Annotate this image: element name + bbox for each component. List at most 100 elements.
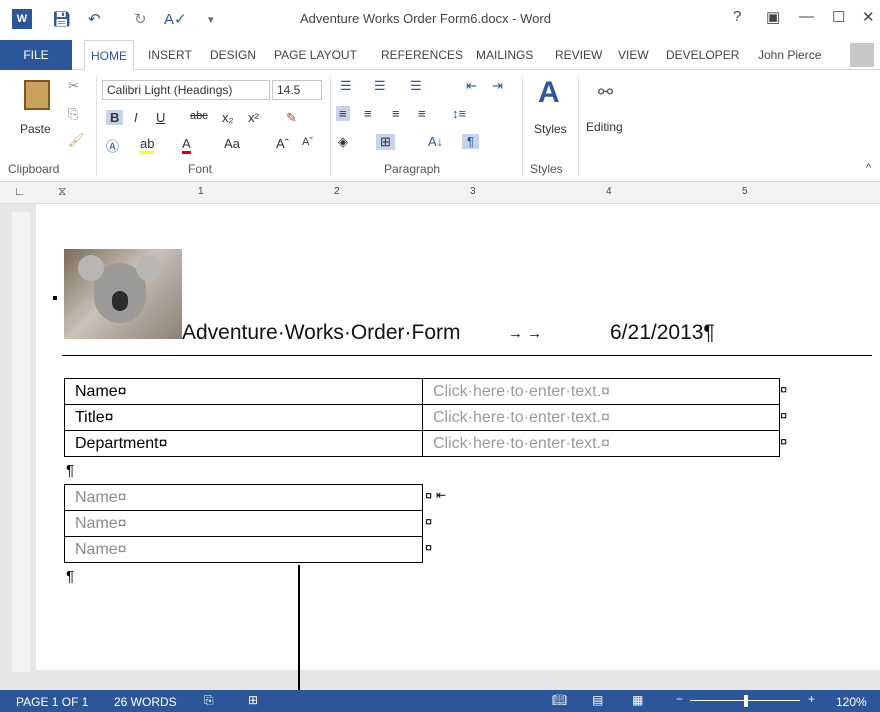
text-effects-icon[interactable]: Ⓐ: [106, 136, 119, 155]
collapse-ribbon-icon[interactable]: ^: [866, 162, 871, 174]
table-row: Department¤ Click·here·to·enter·text.¤: [64, 430, 780, 457]
shading-icon[interactable]: ◈: [338, 134, 348, 150]
undo-icon[interactable]: ↶: [88, 10, 101, 28]
superscript-button[interactable]: x²: [248, 110, 259, 125]
read-mode-icon[interactable]: 📖︎: [552, 693, 567, 707]
bold-button[interactable]: B: [106, 110, 124, 125]
clear-formatting-icon[interactable]: ✎: [286, 110, 297, 126]
minimize-button[interactable]: —: [799, 8, 814, 25]
tab-references[interactable]: REFERENCES: [381, 48, 463, 62]
format-painter-icon[interactable]: 🖌︎: [68, 132, 85, 148]
macro-record-icon[interactable]: ⊞: [248, 693, 258, 707]
tab-file[interactable]: FILE: [0, 40, 72, 70]
line-spacing-icon[interactable]: ↕≡: [452, 106, 466, 121]
font-size-dropdown[interactable]: 14.5: [272, 80, 322, 100]
tab-design[interactable]: DESIGN: [210, 48, 256, 62]
cut-icon[interactable]: ✂: [68, 78, 79, 94]
row-end-marker: ¤: [425, 540, 433, 555]
highlight-icon[interactable]: ab: [140, 136, 155, 154]
maximize-button[interactable]: ☐: [832, 8, 845, 26]
editing-button[interactable]: Editing: [586, 120, 623, 134]
tab-mailings[interactable]: MAILINGS: [476, 48, 533, 62]
font-name-dropdown[interactable]: Calibri Light (Headings): [102, 80, 270, 100]
tab-insert[interactable]: INSERT: [148, 48, 192, 62]
group-label-paragraph: Paragraph: [384, 162, 441, 176]
strikethrough-button[interactable]: abc: [190, 110, 208, 122]
indent-marker-icon[interactable]: ⧖: [58, 184, 66, 199]
field-label: Title¤: [64, 404, 423, 431]
table-row: Name¤ Click·here·to·enter·text.¤: [64, 378, 780, 405]
underline-button[interactable]: U: [156, 110, 165, 125]
spelling-icon[interactable]: A✓: [164, 10, 187, 28]
align-left-icon[interactable]: ≡: [336, 106, 350, 121]
tab-selector-icon[interactable]: ∟: [14, 186, 25, 198]
italic-button[interactable]: I: [134, 110, 138, 125]
change-case-icon[interactable]: Aa: [224, 136, 240, 151]
field-label: Department¤: [64, 430, 423, 457]
styles-button[interactable]: Styles: [534, 122, 567, 136]
print-layout-icon[interactable]: ▤: [592, 693, 603, 707]
align-center-icon[interactable]: ≡: [364, 106, 372, 121]
word-app-icon[interactable]: W: [12, 9, 32, 29]
content-control-placeholder[interactable]: Click·here·to·enter·text.¤: [422, 430, 780, 457]
qat-customize-icon[interactable]: ▾: [208, 13, 214, 26]
tab-view[interactable]: VIEW: [618, 48, 649, 62]
page-count[interactable]: PAGE 1 OF 1: [16, 695, 88, 709]
row-end-marker: ¤: [425, 488, 433, 503]
content-control-placeholder[interactable]: Click·here·to·enter·text.¤: [422, 378, 780, 405]
styles-icon[interactable]: A: [538, 76, 560, 110]
sort-icon[interactable]: A↓: [428, 134, 443, 149]
web-layout-icon[interactable]: ▦: [632, 693, 643, 707]
content-control-placeholder[interactable]: Click·here·to·enter·text.¤: [422, 404, 780, 431]
align-right-icon[interactable]: ≡: [392, 106, 400, 121]
table-row: Name¤: [64, 510, 423, 537]
justify-icon[interactable]: ≡: [418, 106, 426, 121]
copy-icon[interactable]: ⎘: [68, 106, 78, 122]
ribbon-display-button[interactable]: ▣: [766, 8, 780, 26]
shrink-font-icon[interactable]: Aˇ: [302, 136, 313, 148]
find-binoculars-icon[interactable]: ⚯: [598, 82, 613, 103]
grow-font-icon[interactable]: Aˆ: [276, 136, 289, 151]
status-bar: PAGE 1 OF 1 26 WORDS ⎘ ⊞ 📖︎ ▤ ▦ − + 120%: [0, 690, 880, 712]
numbering-icon[interactable]: ☰: [374, 78, 386, 94]
zoom-level[interactable]: 120%: [836, 695, 867, 709]
redo-icon[interactable]: ↻: [134, 10, 147, 28]
borders-icon[interactable]: ⊞: [376, 134, 395, 150]
tab-home[interactable]: HOME: [84, 40, 134, 71]
user-name[interactable]: John Pierce: [758, 48, 821, 62]
group-separator: [578, 76, 579, 176]
document-page[interactable]: Adventure·Works·Order·Form → → 6/21/2013…: [36, 204, 880, 670]
tab-review[interactable]: REVIEW: [555, 48, 602, 62]
help-button[interactable]: ?: [733, 8, 741, 25]
heading-tab-marks: → →: [508, 325, 543, 342]
paste-button[interactable]: Paste: [20, 122, 51, 136]
zoom-in-icon[interactable]: +: [808, 692, 815, 706]
zoom-slider-thumb[interactable]: [744, 695, 748, 707]
name-cell[interactable]: Name¤: [64, 510, 423, 537]
name-cell[interactable]: Name¤: [64, 484, 423, 511]
name-cell[interactable]: Name¤: [64, 536, 423, 563]
koala-ear-shape: [78, 255, 104, 281]
repeating-section-icon[interactable]: ⇤: [436, 488, 446, 502]
decrease-indent-icon[interactable]: ⇤: [466, 78, 477, 94]
user-avatar[interactable]: [850, 43, 874, 67]
tab-page-layout[interactable]: PAGE LAYOUT: [274, 48, 357, 62]
multilevel-list-icon[interactable]: ☰: [410, 78, 422, 94]
word-count[interactable]: 26 WORDS: [114, 695, 177, 709]
show-hide-marks-icon[interactable]: ¶: [462, 134, 479, 149]
tab-developer[interactable]: DEVELOPER: [666, 48, 739, 62]
subscript-button[interactable]: x₂: [222, 110, 234, 125]
koala-photo[interactable]: [64, 249, 182, 339]
save-icon[interactable]: 💾︎: [52, 10, 71, 28]
form-heading: Adventure·Works·Order·Form: [182, 321, 461, 344]
bullets-icon[interactable]: ☰: [340, 78, 352, 94]
paste-icon[interactable]: [24, 80, 50, 110]
proofing-icon[interactable]: ⎘: [204, 693, 214, 708]
font-color-icon[interactable]: A: [182, 136, 191, 154]
zoom-out-icon[interactable]: −: [676, 692, 683, 706]
close-button[interactable]: ✕: [862, 8, 875, 26]
increase-indent-icon[interactable]: ⇥: [492, 78, 503, 94]
info-table: Name¤ Click·here·to·enter·text.¤ Title¤ …: [64, 378, 780, 457]
ruler-mark: 1: [198, 186, 204, 197]
group-separator: [96, 76, 97, 176]
